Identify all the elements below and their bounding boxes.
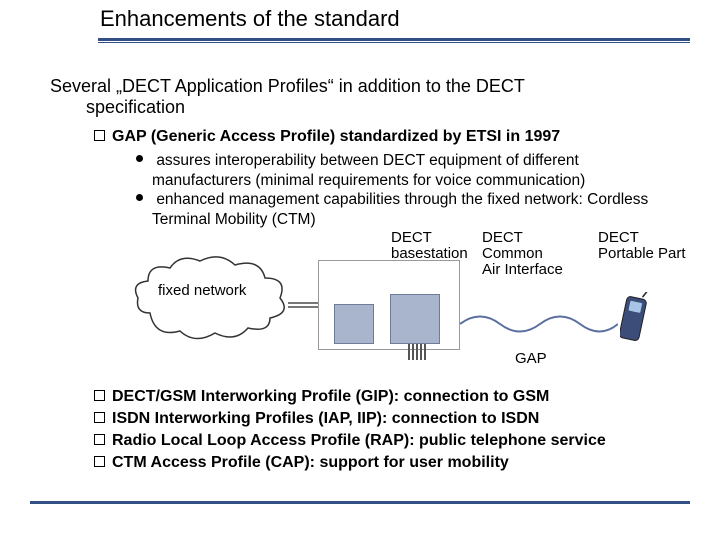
sub-bullet-2-line2: Terminal Mobility (CTM) <box>152 211 680 229</box>
title-underline <box>98 38 690 43</box>
basestation-label: DECT basestation <box>346 230 436 246</box>
footer-rule <box>30 501 690 504</box>
sub-bullet-1-line1: assures interoperability between DECT eq… <box>156 152 578 169</box>
basestation-module-icon <box>334 304 374 344</box>
sub-bullet-2-line1: enhanced management capabilities through… <box>156 191 648 208</box>
portable-part-label: DECT Portable Part <box>598 230 708 246</box>
antenna-icon <box>408 344 424 362</box>
common-l1: DECT <box>482 230 523 246</box>
pp-l2: Portable Part <box>598 246 686 262</box>
common-l2: Common <box>482 246 543 262</box>
basestation-l1: DECT <box>391 230 432 246</box>
lead-line2: specification <box>86 97 690 118</box>
fixed-network-label: fixed network <box>158 282 246 299</box>
sub-bullet-1-line2: manufacturers (minimal requirements for … <box>152 172 680 190</box>
basestation-module-icon <box>390 294 440 344</box>
common-air-label: DECT Common Air Interface <box>482 230 592 262</box>
bullet-gap: GAP (Generic Access Profile) standardize… <box>94 128 560 146</box>
sub-bullet-2: enhanced management capabilities through… <box>136 191 680 209</box>
sub-bullet-1: assures interoperability between DECT eq… <box>136 152 680 170</box>
slide: Enhancements of the standard Several „DE… <box>0 0 720 540</box>
common-l3: Air Interface <box>482 262 563 278</box>
pp-l1: DECT <box>598 230 639 246</box>
lead-text: Several „DECT Application Profiles“ in a… <box>50 76 690 117</box>
sub-bullet-list: assures interoperability between DECT eq… <box>136 152 680 229</box>
basestation-l2: basestation <box>391 246 468 262</box>
dect-diagram: fixed network DECT basestation DECT Comm… <box>120 230 680 370</box>
bullet-iap: ISDN Interworking Profiles (IAP, IIP): c… <box>94 410 690 428</box>
slide-title: Enhancements of the standard <box>100 6 400 32</box>
lead-line1: Several „DECT Application Profiles“ in a… <box>50 76 525 96</box>
gap-label: GAP <box>515 350 547 367</box>
bullet-gip: DECT/GSM Interworking Profile (GIP): con… <box>94 388 690 406</box>
bullet-rap: Radio Local Loop Access Profile (RAP): p… <box>94 432 690 450</box>
bullet-cap: CTM Access Profile (CAP): support for us… <box>94 454 690 472</box>
